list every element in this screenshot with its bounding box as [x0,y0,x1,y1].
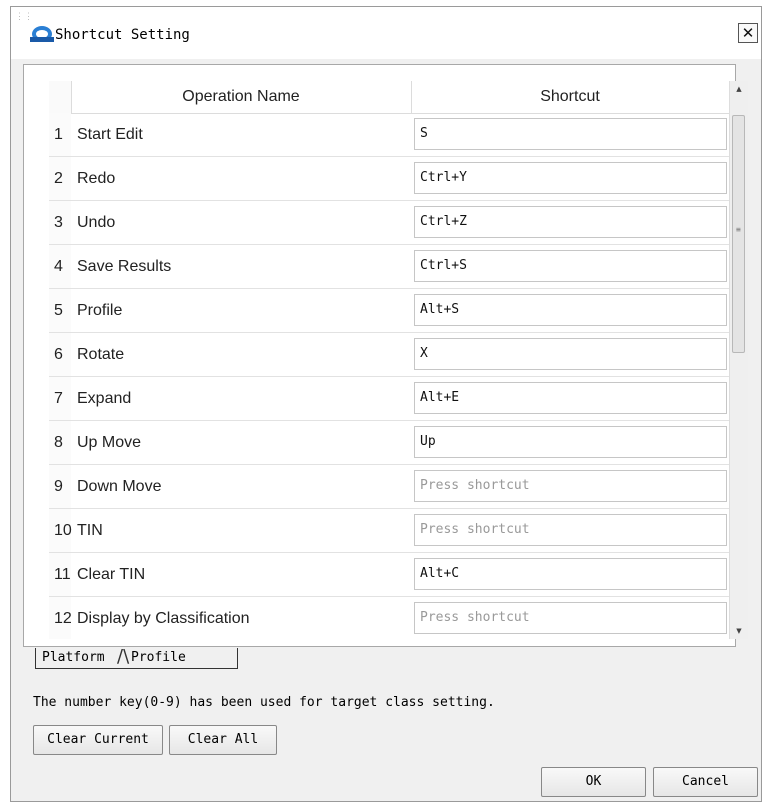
shortcut-input[interactable]: S [414,118,727,150]
clear-all-button[interactable]: Clear All [169,725,277,755]
clear-current-button[interactable]: Clear Current [33,725,163,755]
close-icon: ✕ [741,24,755,42]
shortcut-table: Operation Name Shortcut 1 Start Edit S 2 Red… [49,81,729,639]
row-number: 8 [49,421,71,464]
table-row: 2 Redo Ctrl+Y [49,157,729,201]
shortcut-input[interactable]: Press shortcut [414,602,727,634]
shortcut-input[interactable]: Alt+E [414,382,727,414]
cancel-button[interactable]: Cancel [653,767,758,797]
thumb-grip-icon: ≡ [736,225,741,234]
row-number: 5 [49,289,71,332]
operation-name: Rotate [77,346,125,363]
shortcut-input[interactable]: Ctrl+Y [414,162,727,194]
operation-name: Down Move [77,478,162,495]
row-number: 9 [49,465,71,508]
table-row: 12 Display by Classification Press shortcu… [49,597,729,639]
row-number: 10 [49,509,72,552]
operation-name: Undo [77,214,116,231]
window-title: Shortcut Setting [55,27,190,43]
operation-name: Clear TIN [77,566,146,583]
shortcut-input[interactable]: Up [414,426,727,458]
info-text: The number key(0-9) has been used for ta… [33,695,495,710]
row-number: 6 [49,333,71,376]
tab-profile[interactable]: Profile [125,648,238,669]
shortcut-input[interactable]: Alt+C [414,558,727,590]
operation-name: Up Move [77,434,142,451]
operation-name: Save Results [77,258,172,275]
scrollbar-thumb[interactable]: ≡ [732,115,745,353]
table-row: 4 Save Results Ctrl+S [49,245,729,289]
shortcut-input[interactable]: X [414,338,727,370]
operation-name: Profile [77,302,123,319]
table-row: 7 Expand Alt+E [49,377,729,421]
row-number: 7 [49,377,71,420]
title-bar: ⋮⋮ Shortcut Setting ✕ [11,7,761,59]
table-row: 11 Clear TIN Alt+C [49,553,729,597]
shortcut-setting-dialog: ⋮⋮ Shortcut Setting ✕ Operation Name Sho… [10,6,762,802]
row-number: 2 [49,157,71,200]
row-number: 12 [49,597,72,639]
drag-grip-icon[interactable]: ⋮⋮ [15,13,33,23]
row-number: 4 [49,245,71,288]
table-row: 6 Rotate X [49,333,729,377]
shortcut-input[interactable]: Alt+S [414,294,727,326]
table-row: 9 Down Move Press shortcut [49,465,729,509]
table-row: 10 TIN Press shortcut [49,509,729,553]
table-row: 5 Profile Alt+S [49,289,729,333]
app-logo-icon [30,26,54,42]
shortcut-input[interactable]: Ctrl+Z [414,206,727,238]
row-number: 3 [49,201,71,244]
scroll-up-arrow-icon[interactable]: ▲ [730,81,748,97]
operation-name: Display by Classification [77,610,250,627]
table-row: 8 Up Move Up [49,421,729,465]
shortcut-input[interactable]: Ctrl+S [414,250,727,282]
column-header-shortcut[interactable]: Shortcut [411,81,729,113]
table-row: 3 Undo Ctrl+Z [49,201,729,245]
operation-name: Redo [77,170,116,187]
ok-button[interactable]: OK [541,767,646,797]
header-corner [49,81,72,113]
shortcut-panel: Operation Name Shortcut 1 Start Edit S 2 Red… [23,64,748,647]
operation-name: Expand [77,390,132,407]
operation-name: TIN [77,522,103,539]
row-number: 11 [49,553,71,596]
scroll-down-arrow-icon[interactable]: ▼ [730,623,748,639]
column-header-operation[interactable]: Operation Name [71,81,412,113]
operation-name: Start Edit [77,126,143,143]
table-row: 1 Start Edit S [49,113,729,157]
row-number: 1 [49,113,71,156]
table-header: Operation Name Shortcut [49,81,729,114]
close-button[interactable]: ✕ [738,23,758,43]
shortcut-input[interactable]: Press shortcut [414,514,727,546]
vertical-scrollbar[interactable]: ▲ ≡ ▼ [729,81,748,639]
shortcut-input[interactable]: Press shortcut [414,470,727,502]
